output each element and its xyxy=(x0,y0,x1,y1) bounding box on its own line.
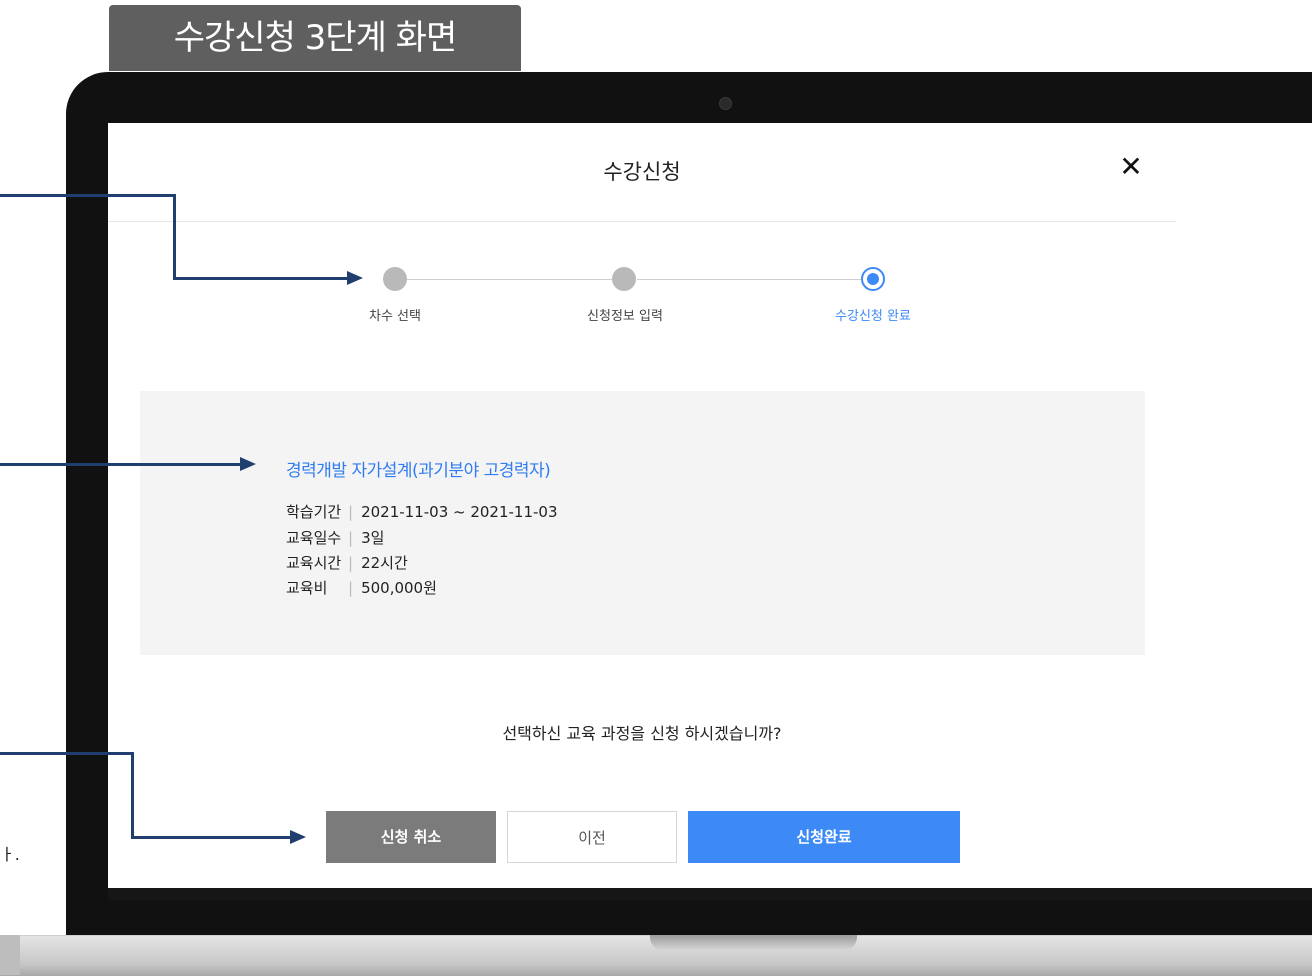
arrow-right-icon xyxy=(240,457,256,471)
step-1-dot xyxy=(383,267,407,291)
info-label: 교육일수 xyxy=(286,529,342,547)
course-info-box xyxy=(140,391,1145,655)
header-divider xyxy=(108,221,1176,222)
info-label: 교육비 xyxy=(286,579,328,597)
step-3-dot xyxy=(861,267,885,291)
complete-application-button[interactable]: 신청완료 xyxy=(688,811,960,863)
step-connector xyxy=(637,279,861,280)
annotation-line xyxy=(0,752,134,755)
step-2-dot xyxy=(612,267,636,291)
modal-title: 수강신청 xyxy=(603,160,681,184)
info-label: 교육시간 xyxy=(286,554,342,572)
laptop-base-edge xyxy=(0,935,20,975)
info-row-period: 학습기간 | 2021-11-03 ~ 2021-11-03 xyxy=(286,503,558,521)
annotation-line xyxy=(0,194,176,197)
info-row-fee: 교육비 | 500,000원 xyxy=(286,579,437,597)
previous-button[interactable]: 이전 xyxy=(507,811,677,863)
annotation-line xyxy=(173,277,351,280)
annotation-line xyxy=(131,836,293,839)
info-value: 500,000원 xyxy=(361,579,437,597)
cancel-application-button[interactable]: 신청 취소 xyxy=(326,811,496,863)
screen-caption-tag: 수강신청 3단계 화면 xyxy=(109,5,521,71)
camera-icon xyxy=(719,97,732,110)
annotation-line xyxy=(0,463,242,466)
info-row-hours: 교육시간 | 22시간 xyxy=(286,554,408,572)
close-icon[interactable]: ✕ xyxy=(1117,153,1145,181)
info-row-days: 교육일수 | 3일 xyxy=(286,529,385,547)
laptop-notch xyxy=(650,935,857,951)
info-value: 22시간 xyxy=(361,554,408,572)
step-2-label: 신청정보 입력 xyxy=(587,309,663,324)
confirm-question: 선택하신 교육 과정을 신청 하시겠습니까? xyxy=(502,724,782,743)
screen-bottom-strip xyxy=(108,888,1312,900)
info-value: 3일 xyxy=(361,529,385,547)
side-note-text: ㅏ. xyxy=(0,845,20,864)
arrow-right-icon xyxy=(347,271,363,285)
annotation-line xyxy=(173,194,176,280)
step-3-label: 수강신청 완료 xyxy=(835,309,911,324)
arrow-right-icon xyxy=(290,830,306,844)
course-title: 경력개발 자가설계(과기분야 고경력자) xyxy=(286,461,551,481)
step-1-label: 차수 선택 xyxy=(369,309,421,324)
info-label: 학습기간 xyxy=(286,503,342,521)
info-value: 2021-11-03 ~ 2021-11-03 xyxy=(361,503,558,521)
step-connector xyxy=(407,279,612,280)
annotation-line xyxy=(131,752,134,839)
